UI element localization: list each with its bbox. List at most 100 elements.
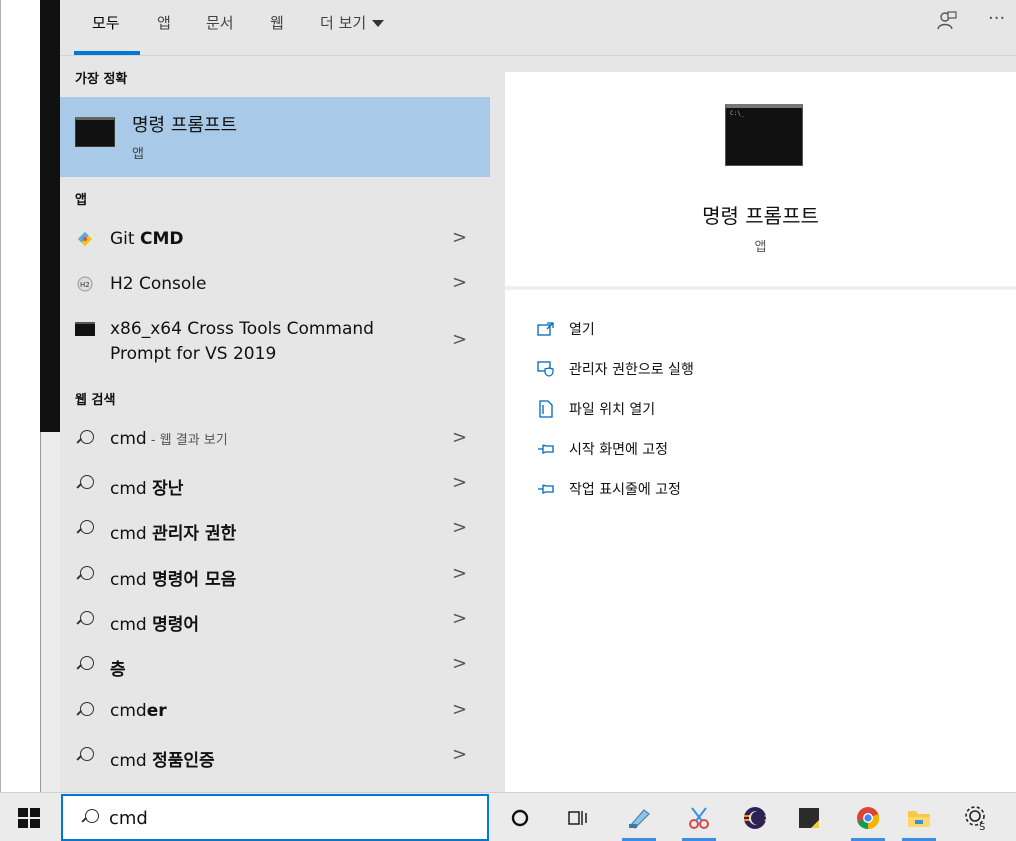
results-list: 가장 정확 명령 프롬프트 앱 앱 Git CMD > H2 H2 Consol… (60, 57, 490, 792)
chevron-right-icon[interactable]: > (452, 744, 467, 765)
shield-icon (535, 360, 557, 378)
windows-start-icon[interactable] (18, 808, 40, 828)
preview-pane: 명령 프롬프트 앱 열기 관리자 권한으로 실행 파일 위치 열기 시작 (505, 72, 1016, 792)
web-result-item[interactable]: cmd 정품인증 > (60, 734, 490, 778)
tab-all[interactable]: 모두 (92, 12, 120, 33)
app-item-label: x86_x64 Cross Tools Command Prompt for V… (110, 317, 374, 367)
chevron-right-icon[interactable]: > (452, 272, 467, 293)
eclipse-icon[interactable] (738, 801, 772, 835)
web-result-label: cmd 관리자 권한 (110, 524, 237, 544)
web-result-label: cmd 정품인증 (110, 751, 215, 771)
desktop-border (0, 0, 1, 792)
search-icon (75, 429, 95, 449)
tab-web[interactable]: 웹 (270, 12, 284, 33)
web-result-item[interactable]: cmd - 웹 결과 보기 > (60, 417, 490, 461)
h2-icon: H2 (75, 274, 95, 294)
web-result-item[interactable]: 층 > (60, 643, 490, 687)
background-window (40, 0, 62, 432)
search-input[interactable] (109, 806, 469, 830)
cortana-icon[interactable] (503, 801, 537, 835)
section-best-match: 가장 정확 (75, 72, 128, 87)
notepad-icon[interactable] (622, 801, 656, 841)
chevron-right-icon[interactable]: > (452, 699, 467, 720)
search-icon (75, 610, 95, 630)
svg-text:S: S (979, 822, 985, 832)
command-prompt-icon (75, 117, 115, 147)
chevron-right-icon[interactable]: > (452, 227, 467, 248)
web-result-item[interactable]: cmder > (60, 689, 490, 733)
web-result-item[interactable]: cmd 관리자 권한 > (60, 507, 490, 551)
preview-header: 명령 프롬프트 앱 (505, 72, 1016, 290)
chrome-icon[interactable] (851, 801, 885, 841)
action-label: 파일 위치 열기 (569, 402, 656, 418)
web-result-label: cmd - 웹 결과 보기 (110, 429, 228, 449)
preview-title: 명령 프롬프트 (702, 204, 819, 228)
cmd-icon-shape (75, 322, 95, 336)
taskbar: S (0, 792, 1016, 841)
app-item-h2-console[interactable]: H2 H2 Console > (60, 262, 490, 306)
web-result-label: cmder (110, 701, 167, 721)
web-result-item[interactable]: cmd 장난 > (60, 462, 490, 506)
app-item-x86-cross-tools[interactable]: x86_x64 Cross Tools Command Prompt for V… (60, 307, 490, 364)
search-icon (81, 809, 99, 827)
more-options-icon[interactable]: ··· (988, 8, 1005, 29)
feedback-icon[interactable] (936, 10, 958, 37)
tab-more[interactable]: 더 보기 (320, 12, 385, 33)
action-label: 시작 화면에 고정 (569, 442, 669, 458)
search-icon (75, 701, 95, 721)
search-tabs: 모두 앱 문서 웹 더 보기 ··· (60, 0, 1016, 56)
web-result-item[interactable]: cmd 명령어 모음 > (60, 553, 490, 597)
web-result-item[interactable]: cmd 명령어 > (60, 598, 490, 642)
action-open-file-location[interactable]: 파일 위치 열기 (535, 394, 655, 424)
chevron-right-icon[interactable]: > (452, 608, 467, 629)
chevron-right-icon[interactable]: > (452, 472, 467, 493)
section-apps: 앱 (75, 193, 87, 208)
best-match-title: 명령 프롬프트 (132, 115, 238, 136)
section-web-search: 웹 검색 (75, 393, 116, 408)
web-result-label: cmd 명령어 (110, 615, 200, 635)
action-pin-to-start[interactable]: 시작 화면에 고정 (535, 434, 668, 464)
web-result-label: 층 (110, 660, 126, 680)
snipping-tool-icon[interactable] (682, 801, 716, 841)
action-label: 관리자 권한으로 실행 (569, 362, 694, 378)
search-icon (75, 519, 95, 539)
best-match-subtitle: 앱 (132, 147, 144, 162)
chevron-right-icon[interactable]: > (452, 329, 467, 350)
chevron-right-icon[interactable]: > (452, 653, 467, 674)
settings-icon[interactable]: S (959, 801, 993, 835)
chevron-right-icon[interactable]: > (452, 517, 467, 538)
web-result-label: cmd 명령어 모음 (110, 570, 237, 590)
chevron-right-icon[interactable]: > (452, 563, 467, 584)
action-label: 작업 표시줄에 고정 (569, 482, 681, 498)
app-item-label: H2 Console (110, 274, 207, 294)
tab-documents[interactable]: 문서 (206, 12, 234, 33)
app-item-label-line1: x86_x64 Cross Tools Command (110, 319, 374, 339)
search-icon (75, 746, 95, 766)
active-tab-indicator (74, 51, 140, 55)
sticky-notes-icon[interactable] (792, 801, 826, 835)
app-item-git-cmd[interactable]: Git CMD > (60, 217, 490, 261)
action-open[interactable]: 열기 (535, 314, 595, 344)
chevron-right-icon[interactable]: > (452, 427, 467, 448)
preview-subtitle: 앱 (754, 240, 767, 255)
web-result-label: cmd 장난 (110, 479, 184, 499)
search-icon (75, 474, 95, 494)
action-pin-to-taskbar[interactable]: 작업 표시줄에 고정 (535, 474, 681, 504)
action-run-as-admin[interactable]: 관리자 권한으로 실행 (535, 354, 694, 384)
best-match-item[interactable]: 명령 프롬프트 앱 (60, 97, 490, 177)
file-explorer-icon[interactable] (902, 801, 936, 841)
caret-down-icon (372, 20, 385, 27)
search-icon (75, 655, 95, 675)
pin-icon (535, 480, 557, 498)
svg-text:H2: H2 (80, 281, 90, 289)
command-prompt-icon (725, 104, 803, 166)
task-view-icon[interactable] (561, 801, 595, 835)
app-item-label-line2: Prompt for VS 2019 (110, 344, 277, 364)
app-item-label: Git CMD (110, 229, 184, 249)
open-icon (535, 320, 557, 338)
cmd-icon (75, 319, 95, 339)
taskbar-search-box[interactable] (61, 794, 489, 841)
background-window-lower (40, 432, 62, 792)
tab-apps[interactable]: 앱 (157, 12, 171, 33)
search-icon (75, 565, 95, 585)
